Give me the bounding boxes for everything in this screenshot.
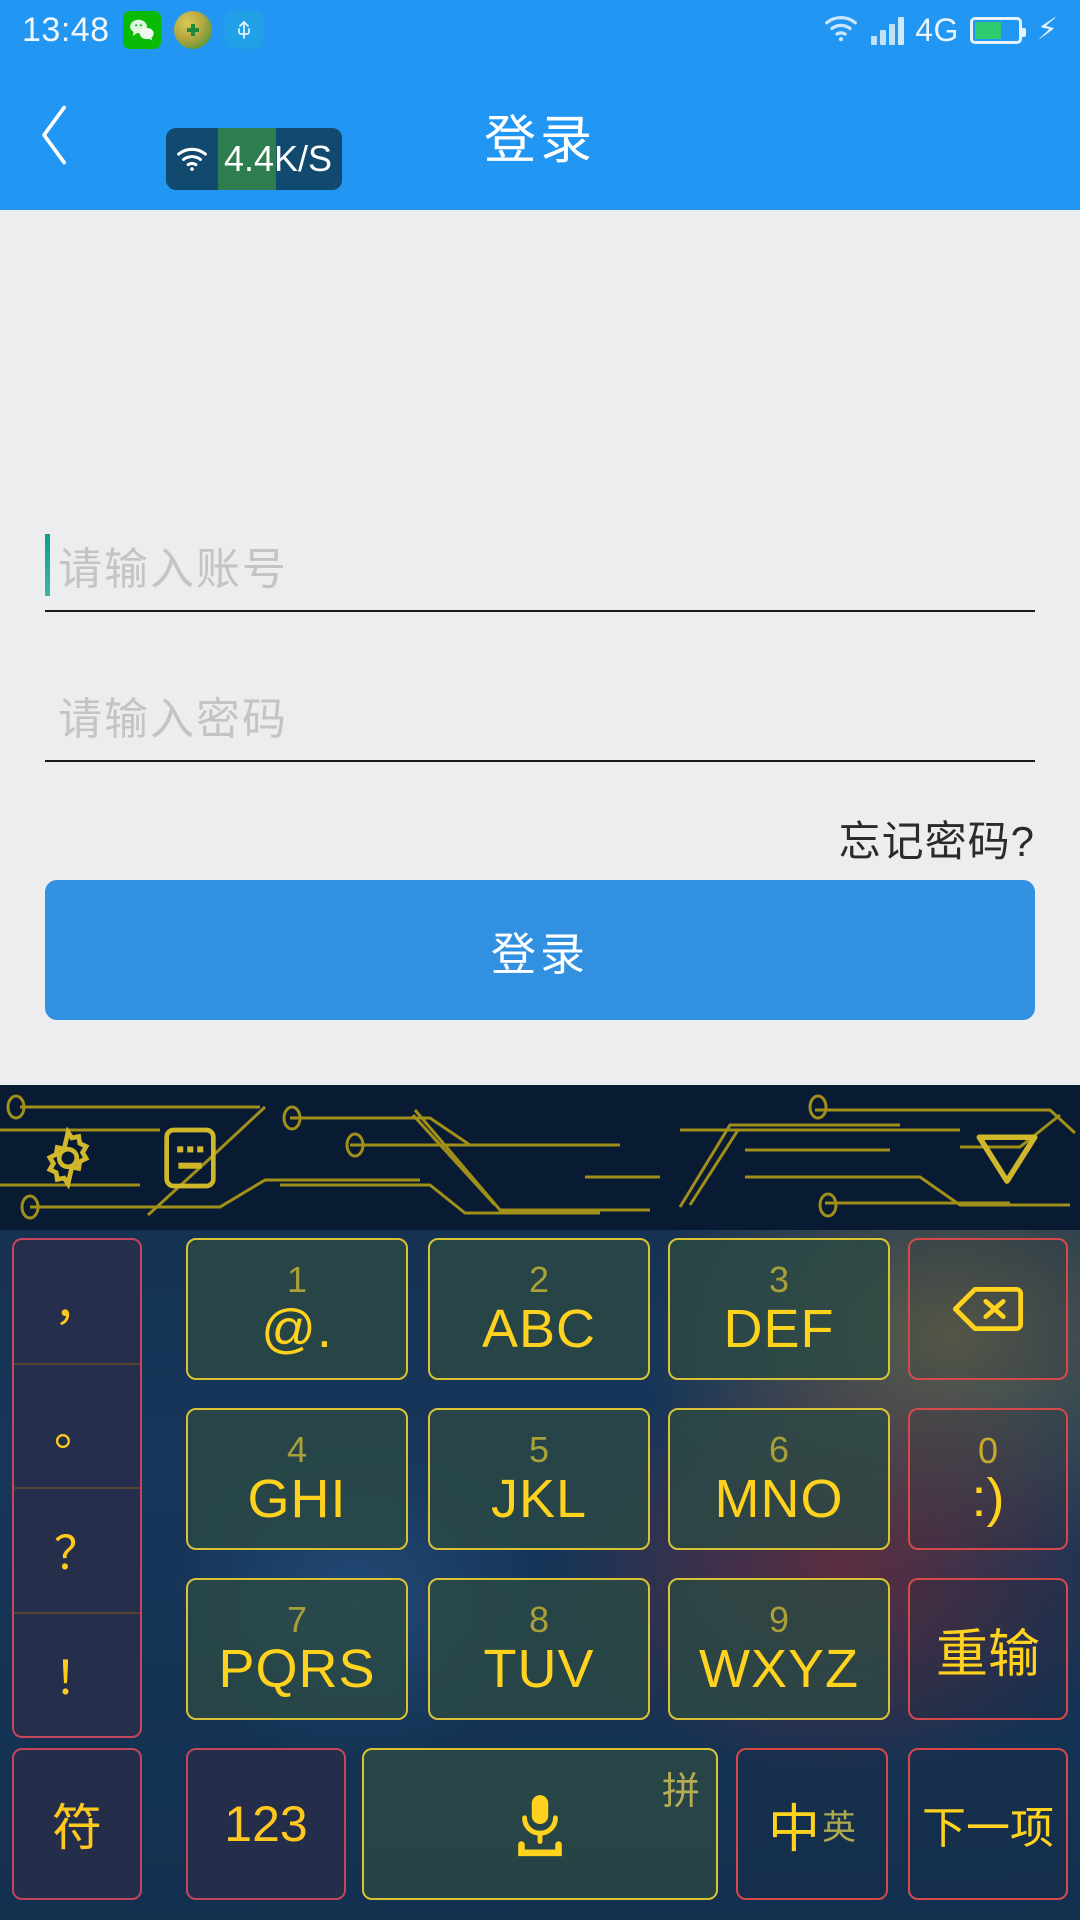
numbers-key[interactable]: 123 — [186, 1748, 346, 1900]
signal-bars-icon — [871, 15, 904, 45]
status-time: 13:48 — [22, 11, 110, 50]
network-type-label: 4G — [915, 12, 959, 49]
username-field[interactable]: 请输入账号 — [45, 520, 1035, 612]
key-8[interactable]: 8 TUV — [428, 1578, 650, 1720]
key-6[interactable]: 6 MNO — [668, 1408, 890, 1550]
emoji-face-icon[interactable] — [135, 1085, 245, 1230]
punctuation-key-question[interactable]: ？ — [14, 1489, 140, 1614]
keyboard: ， 。 ？ ！ 1 @. 2 ABC 3 DEF 4 GHI — [0, 1085, 1080, 1920]
redo-key[interactable]: 重输 — [908, 1578, 1068, 1720]
status-bar: 13:48 — [0, 0, 1080, 60]
wifi-icon — [822, 13, 860, 48]
pinyin-corner-label: 拼 — [662, 1760, 700, 1815]
password-placeholder: 请输入密码 — [58, 683, 288, 747]
punctuation-key-exclamation[interactable]: ！ — [14, 1614, 140, 1737]
charging-bolt-icon: ⚡ — [1037, 15, 1058, 45]
punctuation-column[interactable]: ， 。 ？ ！ — [12, 1238, 142, 1738]
keyboard-toolbar — [0, 1085, 1080, 1230]
space-voice-key[interactable]: 拼 — [362, 1748, 718, 1900]
netspeed-wifi-icon — [166, 145, 218, 173]
zero-emoticon-key[interactable]: 0 :) — [908, 1408, 1068, 1550]
forgot-password-link[interactable]: 忘记密码? — [839, 808, 1035, 869]
key-1[interactable]: 1 @. — [186, 1238, 408, 1380]
settings-gear-icon[interactable] — [18, 1085, 118, 1230]
key-2[interactable]: 2 ABC — [428, 1238, 650, 1380]
security-shield-icon — [174, 11, 212, 49]
phone-screen: 13:48 — [0, 0, 1080, 1920]
keypad: ， 。 ？ ！ 1 @. 2 ABC 3 DEF 4 GHI — [0, 1230, 1080, 1920]
password-field[interactable]: 请输入密码 — [45, 670, 1035, 762]
key-9[interactable]: 9 WXYZ — [668, 1578, 890, 1720]
collapse-keyboard-icon[interactable] — [952, 1085, 1062, 1230]
wechat-icon — [123, 11, 161, 49]
microphone-icon — [508, 1789, 572, 1859]
username-placeholder: 请输入账号 — [58, 533, 288, 597]
login-button[interactable]: 登录 — [45, 880, 1035, 1020]
language-primary-label: 中 — [768, 1787, 820, 1862]
symbols-key[interactable]: 符 — [12, 1748, 142, 1900]
punctuation-key-comma[interactable]: ， — [14, 1240, 140, 1365]
usb-icon — [225, 11, 263, 49]
page-title: 登录 — [0, 60, 1080, 210]
key-5[interactable]: 5 JKL — [428, 1408, 650, 1550]
language-toggle-key[interactable]: 中英 — [736, 1748, 888, 1900]
punctuation-key-period[interactable]: 。 — [14, 1365, 140, 1490]
status-bar-left: 13:48 — [22, 11, 263, 50]
login-form: 请输入账号 请输入密码 忘记密码? 登录 — [0, 210, 1080, 1085]
next-field-key[interactable]: 下一项 — [908, 1748, 1068, 1900]
back-button[interactable] — [0, 60, 110, 210]
key-7[interactable]: 7 PQRS — [186, 1578, 408, 1720]
netspeed-value: 4.4K/S — [218, 128, 342, 190]
backspace-key[interactable] — [908, 1238, 1068, 1380]
backspace-icon — [951, 1281, 1025, 1337]
network-speed-widget[interactable]: 4.4K/S — [166, 128, 342, 190]
status-bar-right: 4G ⚡ — [822, 12, 1058, 49]
text-cursor — [45, 534, 50, 596]
key-4[interactable]: 4 GHI — [186, 1408, 408, 1550]
key-3[interactable]: 3 DEF — [668, 1238, 890, 1380]
language-secondary-label: 英 — [822, 1800, 856, 1849]
battery-icon — [970, 17, 1022, 44]
app-bar: 登录 — [0, 60, 1080, 210]
